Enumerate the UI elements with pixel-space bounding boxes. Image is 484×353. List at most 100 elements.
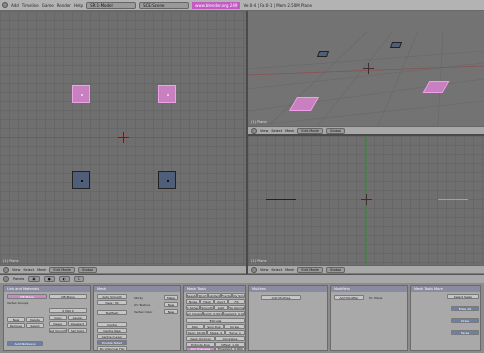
- noise-button[interactable]: Noise: [186, 299, 200, 304]
- limit-field[interactable]: Limit: 0.001: [203, 311, 223, 316]
- beauty-toggle[interactable]: Beauty: [186, 293, 197, 298]
- draw-tab[interactable]: Draw: [451, 318, 479, 323]
- subdiv-smooth-button[interactable]: Subdiv Smooth: [232, 293, 245, 298]
- no-vnormal-flip-toggle[interactable]: No V.Normal Flip: [97, 346, 127, 351]
- select-swap-button[interactable]: Select Swap: [447, 294, 479, 299]
- fill-button[interactable]: Fill: [228, 299, 245, 304]
- split-button[interactable]: Split: [214, 305, 228, 310]
- menu-render[interactable]: Render: [57, 3, 71, 8]
- object-context-icon[interactable]: ●: [43, 276, 55, 282]
- menu-timeline[interactable]: Timeline: [22, 3, 39, 8]
- spin-degr-field[interactable]: Degr: 90.00: [186, 330, 207, 335]
- window-type-icon[interactable]: [3, 276, 9, 282]
- viewport-perspective[interactable]: (1) Plane: [248, 11, 484, 126]
- screen-selector[interactable]: SR:1-Model: [86, 1, 137, 9]
- window-type-icon[interactable]: [251, 127, 257, 134]
- menu-game[interactable]: Game: [42, 3, 54, 8]
- window-type-icon[interactable]: [251, 266, 257, 273]
- texmesh-field[interactable]: TexMesh: [97, 310, 127, 315]
- hash-button[interactable]: Hash: [200, 299, 214, 304]
- menu-select[interactable]: Select: [271, 129, 282, 133]
- centre-button[interactable]: Centre: [97, 322, 127, 327]
- menu-mesh[interactable]: Mesh: [37, 268, 46, 272]
- menu-view[interactable]: View: [12, 268, 20, 272]
- to-sphere-button[interactable]: To Sphere: [186, 305, 200, 310]
- auto-smooth-toggle[interactable]: Auto Smooth: [97, 294, 127, 299]
- vgroup-remove-button[interactable]: Remove: [7, 323, 25, 328]
- extrude-button[interactable]: Extrude: [186, 318, 245, 323]
- face-unselected[interactable]: [158, 171, 176, 189]
- window-type-icon[interactable]: [3, 266, 9, 273]
- pivot-selector[interactable]: Global: [325, 127, 345, 134]
- panels-menu[interactable]: Panels: [13, 277, 24, 281]
- face-selected[interactable]: [158, 85, 176, 103]
- spin-dup-button[interactable]: Spin Dup: [204, 324, 224, 329]
- faces-tab[interactable]: Faces: [451, 330, 479, 335]
- set-solid-button[interactable]: Set Solid: [68, 328, 87, 333]
- mesh-name-field[interactable]: ME:Plane: [7, 294, 47, 299]
- menu-help[interactable]: Help: [74, 3, 83, 8]
- area-divider-vertical[interactable]: [246, 11, 248, 274]
- scene-selector[interactable]: SCE:Scene: [139, 1, 190, 9]
- face-unselected[interactable]: [72, 171, 90, 189]
- window-type-icon[interactable]: [2, 2, 8, 8]
- panel-modifiers: Multires Add Multires: [248, 285, 328, 351]
- mode-selector[interactable]: Edit Mode: [297, 266, 323, 273]
- vgroup-new-button[interactable]: New: [7, 317, 25, 322]
- area-divider-horizontal[interactable]: [248, 134, 484, 136]
- steps-field[interactable]: Steps: 9: [207, 330, 225, 335]
- screw-button[interactable]: Screw: [224, 324, 245, 329]
- xsort-button[interactable]: Xsort: [214, 299, 228, 304]
- menu-select[interactable]: Select: [271, 268, 282, 272]
- menu-view[interactable]: View: [260, 268, 268, 272]
- pivot-selector[interactable]: Global: [325, 266, 345, 273]
- pivot-selector[interactable]: Global: [77, 266, 97, 273]
- frame-field[interactable]: 1: [73, 276, 84, 282]
- material-copy-button[interactable]: Copy: [49, 315, 67, 320]
- shading-context-icon[interactable]: ◐: [58, 276, 70, 282]
- vgroup-delete-button[interactable]: Delete: [26, 317, 44, 322]
- short-toggle[interactable]: Short: [197, 293, 208, 298]
- keep-original-toggle[interactable]: Keep Original: [186, 336, 215, 341]
- sticky-make-button[interactable]: Make: [164, 295, 178, 300]
- menu-add[interactable]: Add: [11, 3, 19, 8]
- join-triangles-button[interactable]: Join Triangles: [186, 347, 215, 351]
- fractal-button[interactable]: Fractal: [221, 293, 232, 298]
- material-deselect-button[interactable]: Deselect: [68, 321, 87, 326]
- autotexspace-toggle[interactable]: AutoTexSpace: [7, 341, 43, 346]
- subdivide-button[interactable]: Subdivide: [208, 293, 221, 298]
- turns-field[interactable]: Turns: 1: [225, 330, 245, 335]
- vgroup-select-button[interactable]: Select: [26, 323, 44, 328]
- centre-new-button[interactable]: Centre New: [97, 328, 127, 333]
- centre-cursor-button[interactable]: Centre Cursor: [97, 334, 127, 339]
- menu-mesh[interactable]: Mesh: [285, 268, 294, 272]
- flip-normal-button[interactable]: Flip Normal: [228, 305, 245, 310]
- mode-selector[interactable]: Edit Mode: [297, 127, 323, 134]
- threshold-field[interactable]: Threshold: 0.001: [223, 311, 245, 316]
- clockwise-toggle[interactable]: Clockwise: [215, 336, 245, 341]
- material-select-button[interactable]: Desel.: [49, 321, 67, 326]
- set-smooth-button[interactable]: Set Smooth: [49, 328, 67, 333]
- spin-button[interactable]: Spin: [186, 324, 204, 329]
- mode-selector[interactable]: Edit Mode: [49, 266, 75, 273]
- menu-view[interactable]: View: [260, 129, 268, 133]
- smooth-button[interactable]: Smooth: [200, 305, 214, 310]
- object-name-field[interactable]: OB:Plane: [49, 294, 87, 299]
- menu-mesh[interactable]: Mesh: [285, 129, 294, 133]
- vertex-color-new-button[interactable]: New: [164, 309, 178, 314]
- editing-context-icon[interactable]: ▣: [28, 276, 40, 282]
- uv-texture-new-button[interactable]: New: [164, 302, 178, 307]
- material-assign-button[interactable]: Assign: [68, 315, 87, 320]
- menu-select[interactable]: Select: [23, 268, 34, 272]
- join-threshold-field[interactable]: Threshold: 0.800: [215, 347, 245, 351]
- degr-field[interactable]: Degr: 30: [97, 300, 127, 305]
- add-modifier-button[interactable]: Add Modifier: [334, 295, 364, 300]
- rem-doubles-button[interactable]: Rem Doubles: [186, 311, 203, 316]
- edge-alt-tab[interactable]: Edge Alt: [451, 306, 479, 311]
- face-selected[interactable]: [72, 85, 90, 103]
- double-sided-toggle[interactable]: Double Sided: [97, 340, 127, 345]
- viewport-front-view[interactable]: (1) Plane: [248, 136, 484, 265]
- add-multires-button[interactable]: Add Multires: [261, 295, 301, 300]
- material-index-field[interactable]: 0 Mat 0: [49, 308, 87, 313]
- viewport-top-view[interactable]: (1) Plane: [0, 11, 246, 265]
